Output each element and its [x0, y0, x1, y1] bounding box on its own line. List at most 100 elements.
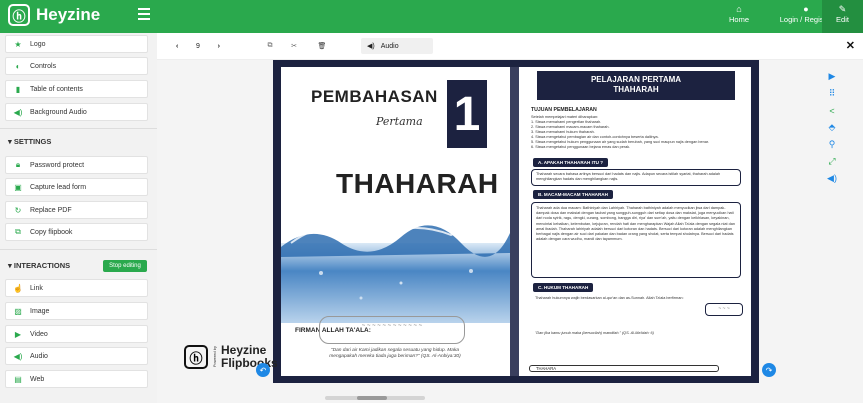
refresh-icon: ↻ — [14, 205, 22, 215]
sidebar-item-label: Capture lead form — [30, 183, 87, 191]
powered-by-label: Powered by — [212, 346, 217, 368]
section-b-text: Thaharah ada dua macam: Bathiniyah dan L… — [536, 206, 735, 242]
sidebar-item-image[interactable]: ▨ Image — [5, 302, 148, 320]
left-page-subtitle: Pertama — [376, 115, 423, 128]
sidebar-item-label: Background Audio — [30, 108, 87, 116]
page-navigator: ‹ 9 › — [171, 38, 225, 54]
flipbook: PEMBAHASAN Pertama 1 THAHARAH FIRMAN ALL… — [273, 60, 759, 383]
sidebar-item-web[interactable]: ▤ Web — [5, 370, 148, 388]
trash-icon[interactable]: 🗑︎ — [315, 38, 329, 54]
sidebar-item-label: Audio — [30, 352, 48, 360]
section-a-text: Thaharah secara bahasa artinya bersuci d… — [536, 172, 721, 182]
sound-icon[interactable]: ◀) — [823, 170, 841, 187]
duplicate-icon[interactable]: ⧉ — [263, 38, 277, 54]
sidebar-item-copy-flipbook[interactable]: ⧉ Copy flipbook — [5, 223, 148, 241]
scrollbar-thumb[interactable] — [357, 396, 387, 400]
divider — [0, 128, 157, 129]
speaker-icon: ◀) — [367, 43, 375, 50]
right-page[interactable]: PELAJARAN PERTAMA THAHARAH TUJUAN PEMBEL… — [519, 67, 751, 376]
settings-header[interactable]: ▾ SETTINGS — [8, 137, 51, 146]
download-icon[interactable]: ⬘ — [823, 119, 841, 136]
close-icon[interactable]: ✕ — [846, 39, 855, 52]
sidebar: ★ Logo ◐ Controls ▮ Table of contents ◀)… — [0, 33, 157, 403]
curl-left-icon[interactable]: ↶ — [256, 363, 270, 377]
heyzine-logo-icon: ⓗ — [8, 4, 30, 26]
sidebar-item-video[interactable]: ▶ Video — [5, 325, 148, 343]
sidebar-item-audio[interactable]: ◀) Audio — [5, 347, 148, 365]
share-icon[interactable]: < — [823, 102, 841, 119]
nav-edit[interactable]: ✎ Edit — [822, 0, 863, 33]
brand[interactable]: ⓗ Heyzine — [8, 4, 100, 26]
sidebar-item-background-audio[interactable]: ◀) Background Audio — [5, 103, 148, 121]
fullscreen-icon[interactable]: ⤢ — [823, 153, 841, 170]
left-page[interactable]: PEMBAHASAN Pertama 1 THAHARAH FIRMAN ALL… — [281, 67, 510, 376]
sidebar-item-label: Controls — [30, 62, 57, 70]
section-a-box: Thaharah secara bahasa artinya bersuci d… — [531, 169, 741, 186]
audio-button[interactable]: ◀) Audio — [361, 38, 433, 54]
section-b-tab: B. MACAM-MACAM THAHARAH — [533, 190, 613, 199]
footer-label: THAHARA — [536, 366, 557, 371]
image-icon: ▨ — [14, 306, 22, 316]
interactions-header-label: INTERACTIONS — [13, 261, 71, 270]
play-icon[interactable]: ▶ — [823, 68, 841, 85]
section-c-tab: C. HUKUM THAHARAH — [533, 283, 594, 292]
sidebar-item-label: Table of contents — [30, 85, 83, 93]
section-a-tab: A. APAKAH THAHARAH ITU ? — [533, 158, 609, 167]
chapter-title: THAHARAH — [336, 168, 499, 199]
sidebar-item-label: Web — [30, 375, 45, 383]
page-footer: THAHARA — [529, 365, 719, 372]
verse-translation: "Dan dari air Kami jadikan segala sesuat… — [329, 348, 461, 359]
sidebar-item-label: Replace PDF — [30, 206, 72, 214]
copy-icon: ⧉ — [15, 227, 21, 236]
sidebar-item-password-protect[interactable]: 🔒︎ Password protect — [5, 156, 148, 174]
stop-editing-button[interactable]: Stop editing — [103, 260, 147, 272]
page-number[interactable]: 9 — [196, 43, 200, 50]
web-icon: ▤ — [14, 374, 22, 384]
sidebar-item-label: Link — [30, 284, 43, 292]
divider — [0, 249, 157, 250]
lesson-header-line1: PELAJARAN PERTAMA — [590, 75, 682, 84]
book-spine — [510, 67, 519, 376]
sidebar-item-controls[interactable]: ◐ Controls — [5, 57, 148, 75]
settings-header-label: SETTINGS — [13, 137, 52, 146]
curl-right-icon[interactable]: ↷ — [762, 363, 776, 377]
nav-home-label: Home — [728, 15, 749, 24]
heyzine-logo-icon: ⓗ — [184, 345, 208, 369]
left-page-title: PEMBAHASAN — [311, 87, 438, 106]
speaker-icon: ◀) — [13, 351, 23, 361]
zoom-icon[interactable]: ⚲ — [823, 136, 841, 153]
chevron-right-icon[interactable]: › — [218, 43, 220, 50]
flipbook-stage: PEMBAHASAN Pertama 1 THAHARAH FIRMAN ALL… — [157, 60, 863, 403]
speaker-icon: ◀) — [13, 107, 23, 117]
lock-icon: 🔒︎ — [15, 160, 21, 169]
sidebar-item-label: Logo — [30, 40, 46, 48]
chevron-left-icon[interactable]: ‹ — [176, 43, 178, 50]
water-splash-image — [281, 225, 510, 323]
sidebar-item-label: Password protect — [30, 161, 85, 169]
top-bar: ⓗ Heyzine ⌂ Home ● Login / Register ✎ Ed… — [0, 0, 863, 33]
grid-icon[interactable]: ⠿ — [823, 85, 841, 102]
scissors-icon[interactable]: ✂ — [287, 38, 301, 54]
sidebar-item-label: Image — [30, 307, 50, 315]
quote-text: "Dan jika kamu junub maka (bersucilah) m… — [535, 331, 654, 335]
brand-name: Heyzine — [36, 5, 101, 24]
sidebar-item-link[interactable]: ☝ Link — [5, 279, 148, 297]
sidebar-item-label: Video — [30, 330, 48, 338]
tujuan-heading: TUJUAN PEMBELAJARAN — [531, 107, 597, 113]
play-icon: ▶ — [14, 329, 22, 339]
sidebar-item-logo[interactable]: ★ Logo — [5, 35, 148, 53]
sidebar-item-capture-lead-form[interactable]: ▣ Capture lead form — [5, 178, 148, 196]
chapter-number: 1 — [447, 80, 487, 148]
bookmark-icon: ▮ — [15, 84, 21, 94]
section-c-text: Thaharah hukumnya wajib berdasarkan al-q… — [535, 296, 684, 300]
sidebar-item-label: Copy flipbook — [30, 228, 73, 236]
home-icon: ⌂ — [736, 4, 742, 14]
interactions-header[interactable]: ▾ INTERACTIONS — [8, 261, 70, 270]
sidebar-item-table-of-contents[interactable]: ▮ Table of contents — [5, 80, 148, 98]
tujuan-item: 6. Siswa mengetahui penggunaan bejana em… — [531, 145, 631, 149]
hamburger-menu-icon[interactable] — [138, 8, 150, 20]
sidebar-item-replace-pdf[interactable]: ↻ Replace PDF — [5, 201, 148, 219]
pencil-icon: ✎ — [838, 4, 847, 14]
nav-home[interactable]: ⌂ Home — [722, 3, 756, 31]
editor-toolbar: ‹ 9 › ⧉ ✂ 🗑︎ ◀) Audio ✕ — [157, 33, 863, 60]
